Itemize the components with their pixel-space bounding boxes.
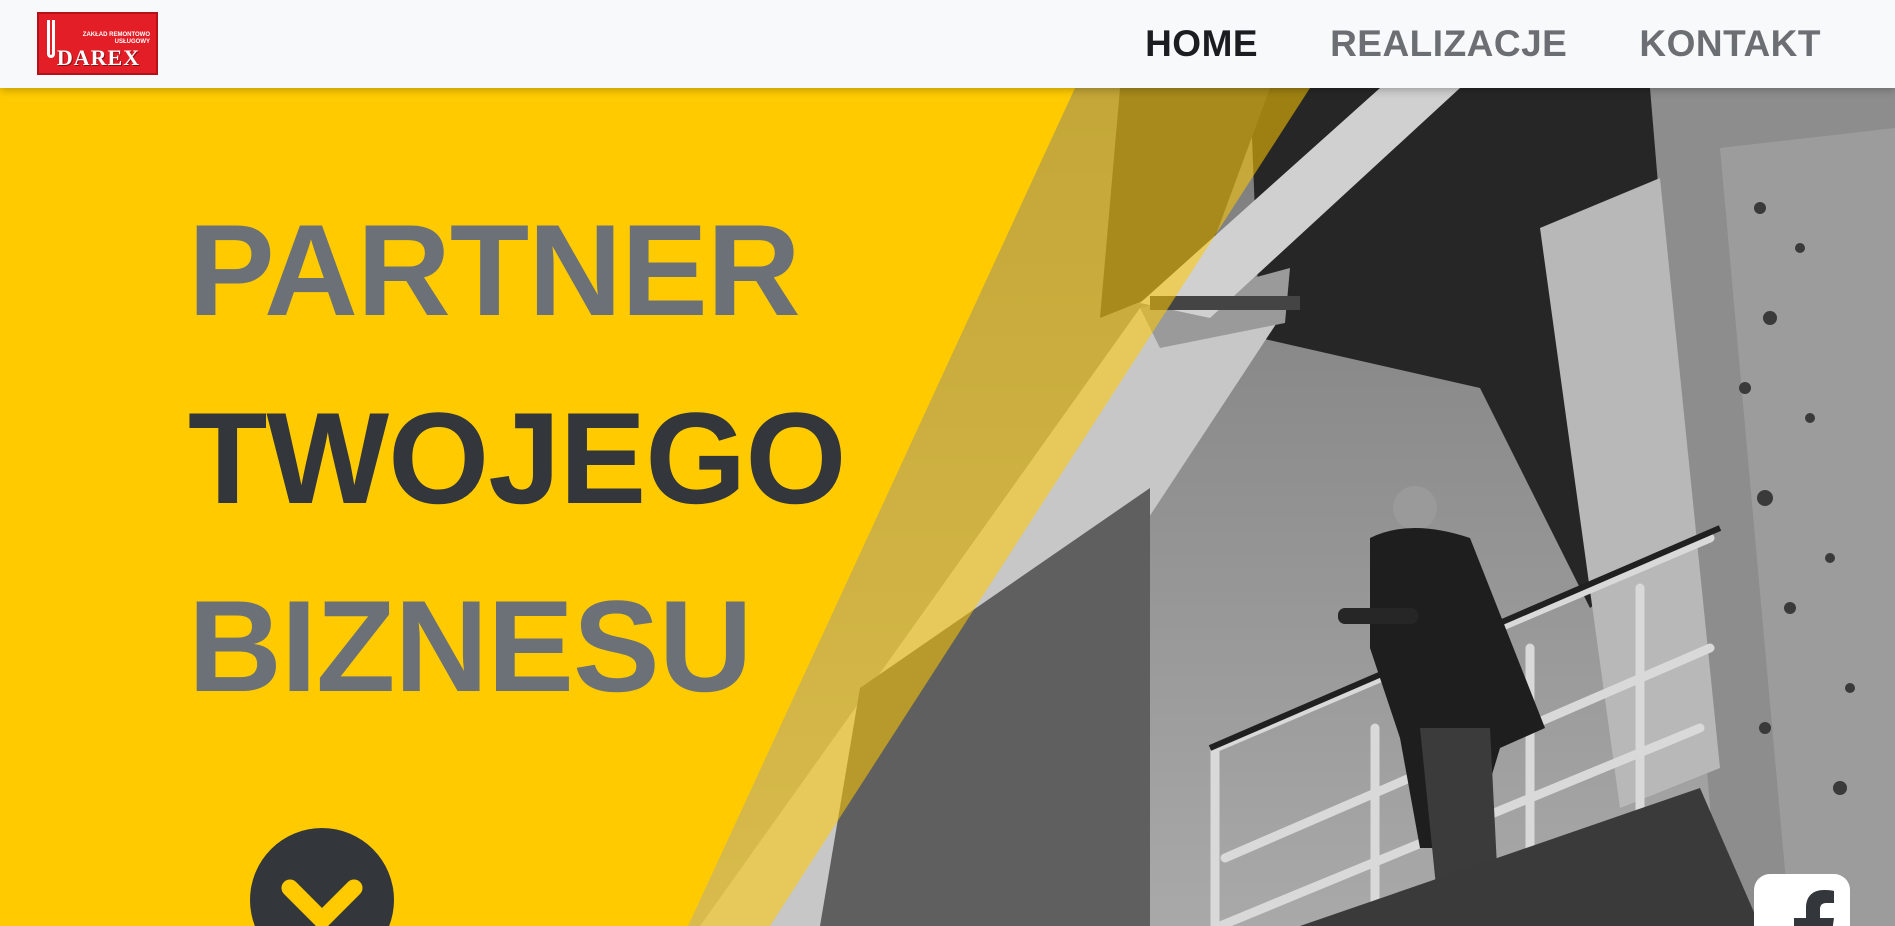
hero-line-biznesu: BIZNESU	[188, 573, 753, 719]
scroll-down-button[interactable]	[250, 828, 394, 926]
nav-home-link[interactable]: HOME	[1145, 23, 1258, 65]
main-nav: HOME REALIZACJE KONTAKT	[1145, 0, 1821, 88]
nav-kontakt-link[interactable]: KONTAKT	[1639, 23, 1821, 65]
chevron-down-icon	[281, 879, 363, 926]
hero-headline: PARTNER TWOJEGO BIZNESU	[188, 176, 846, 740]
hero-line-partner: PARTNER	[188, 197, 801, 343]
hero-section: PARTNER TWOJEGO BIZNESU	[0, 88, 1895, 926]
logo-name: DAREX	[56, 45, 141, 70]
nav-realizacje-link[interactable]: REALIZACJE	[1330, 23, 1567, 65]
logo-tagline: ZAKŁAD REMONTOWO USŁUGOWY	[82, 32, 150, 45]
facebook-icon	[1794, 890, 1834, 926]
facebook-link[interactable]	[1754, 874, 1850, 926]
hero-line-twojego: TWOJEGO	[188, 385, 846, 531]
top-navbar: ZAKŁAD REMONTOWO USŁUGOWY DAREX HOME REA…	[0, 0, 1895, 88]
darex-logo[interactable]: ZAKŁAD REMONTOWO USŁUGOWY DAREX	[37, 12, 158, 75]
